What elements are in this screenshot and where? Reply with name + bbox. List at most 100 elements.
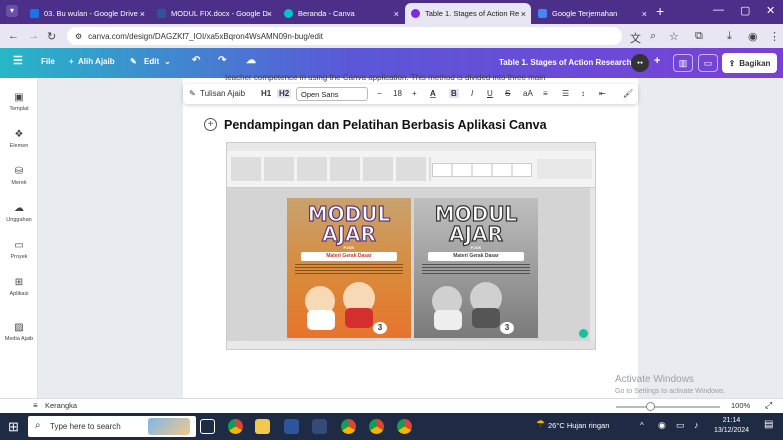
text-format-toolbar: ✎ Tulisan Ajaib H1 H2 Open Sans − 18 + A…	[183, 84, 638, 104]
decrease-size-button[interactable]: −	[377, 89, 382, 98]
translate-icon[interactable]: 文	[630, 30, 641, 46]
zoom-icon[interactable]: ⌕	[650, 30, 656, 43]
canva-icon	[411, 9, 420, 18]
strikethrough-button[interactable]: S	[505, 89, 510, 98]
file-menu[interactable]: File	[41, 57, 55, 66]
system-clock[interactable]: 21:14 13/12/2024	[714, 416, 749, 436]
edit-pencil-icon: ✎	[130, 57, 137, 66]
chrome-icon[interactable]	[369, 419, 384, 434]
sidebar-item-brand[interactable]: ⛁ Merek	[0, 166, 38, 186]
font-size-value[interactable]: 18	[393, 89, 402, 98]
add-block-icon[interactable]: +	[204, 118, 217, 131]
new-tab-button[interactable]: +	[656, 3, 664, 19]
maximize-button[interactable]: ▢	[740, 4, 750, 17]
sidebar-item-uploads[interactable]: ☁ Unggahan	[0, 203, 38, 223]
profile-icon[interactable]: ◉	[748, 30, 758, 43]
volume-icon[interactable]: ♪	[694, 420, 699, 430]
insights-icon[interactable]: ▥	[673, 54, 693, 72]
url-text: canva.com/design/DAGZKf7_IOI/xa5xBqron4W…	[88, 31, 323, 41]
notification-icon[interactable]: ▤	[764, 419, 773, 430]
task-view-icon[interactable]	[200, 419, 215, 434]
close-icon[interactable]: ×	[140, 9, 145, 19]
magic-switch-button[interactable]: Alih Ajaib	[78, 57, 115, 66]
sidebar-item-magic-media[interactable]: ▨ Media Ajaib	[0, 322, 38, 342]
edit-menu[interactable]: Edit	[144, 57, 159, 66]
comment-icon[interactable]: ▭	[698, 54, 718, 72]
heading1-button[interactable]: H1	[261, 89, 271, 98]
font-family-select[interactable]: Open Sans	[296, 87, 368, 101]
tab-modul-docx[interactable]: MODUL FIX.docx - Google D ×	[151, 3, 277, 24]
tab-google-drive[interactable]: 03. Bu wulan - Google Drive ×	[24, 3, 150, 24]
close-icon[interactable]: ×	[267, 9, 272, 19]
windows-start-icon[interactable]: ⊞	[8, 419, 19, 435]
user-avatar[interactable]: ●●	[631, 54, 649, 72]
all-caps-button[interactable]: aA	[523, 89, 533, 98]
sidebar-item-apps[interactable]: ⊞ Aplikasi	[0, 277, 38, 297]
zoom-slider-handle[interactable]	[646, 402, 655, 411]
close-icon[interactable]: ×	[642, 9, 647, 19]
chrome-icon[interactable]	[397, 419, 412, 434]
site-info-icon[interactable]: ⚙	[75, 32, 82, 41]
modul-title-line1: MODUL	[434, 202, 518, 226]
embedded-screenshot-image[interactable]: MODUL AJAR PJOK Materi Gerak Dasar 3 MOD…	[226, 142, 596, 350]
notes-button[interactable]: Kerangka	[45, 401, 77, 410]
increase-size-button[interactable]: +	[412, 89, 417, 98]
italic-button[interactable]: I	[471, 89, 473, 98]
magic-write-button[interactable]: Tulisan Ajaib	[200, 89, 245, 98]
spacing-icon[interactable]: ↕	[581, 89, 585, 98]
notes-icon[interactable]: ≡	[33, 401, 38, 410]
network-icon[interactable]: ◉	[658, 420, 666, 431]
list-icon[interactable]: ☰	[562, 89, 569, 98]
tab-search-icon[interactable]: ▾	[6, 5, 18, 17]
underline-button[interactable]: U	[487, 89, 493, 98]
design-title[interactable]: Table 1. Stages of Action Research	[499, 58, 631, 67]
body-text-fragment[interactable]: teacher competence in using the Canva ap…	[225, 73, 545, 82]
reload-icon[interactable]: ↻	[47, 30, 56, 43]
weather-text[interactable]: 26°C Hujan ringan	[548, 421, 609, 430]
fullscreen-icon[interactable]: ⤢	[765, 400, 772, 411]
extensions-icon[interactable]: ⧉	[695, 30, 703, 43]
section-heading[interactable]: Pendampingan dan Pelatihan Berbasis Apli…	[224, 118, 547, 132]
url-field[interactable]: ⚙ canva.com/design/DAGZKf7_IOI/xa5xBqron…	[67, 27, 622, 45]
modul-title-line2: AJAR	[321, 222, 376, 246]
tray-chevron-icon[interactable]: ^	[640, 421, 644, 430]
chrome-icon[interactable]	[341, 419, 356, 434]
hamburger-menu-icon[interactable]: ☰	[13, 54, 23, 67]
file-explorer-icon[interactable]	[255, 419, 270, 434]
word-icon[interactable]	[284, 419, 299, 434]
taskbar-search-box[interactable]: ⌕ Type here to search	[28, 416, 196, 437]
tab-canva-design[interactable]: Table 1. Stages of Action Re ×	[405, 3, 531, 24]
indent-icon[interactable]: ⇤	[599, 89, 606, 98]
sidebar-item-elements[interactable]: ❖ Elemen	[0, 129, 38, 149]
forward-icon[interactable]: →	[28, 30, 39, 42]
weather-icon[interactable]: ☂	[536, 419, 545, 430]
modul-title: MODUL AJAR	[287, 203, 411, 246]
format-painter-icon[interactable]: 🖌	[623, 89, 633, 98]
heading2-button[interactable]: H2	[277, 89, 292, 98]
minimize-button[interactable]: —	[713, 4, 724, 16]
zoom-level[interactable]: 100%	[731, 401, 750, 410]
close-icon[interactable]: ×	[394, 9, 399, 19]
back-icon[interactable]: ←	[8, 30, 19, 42]
chrome-icon[interactable]	[228, 419, 243, 434]
cloud-save-icon[interactable]: ☁	[246, 55, 256, 66]
close-window-button[interactable]: ✕	[766, 4, 775, 17]
add-collaborator-icon[interactable]: +	[654, 55, 660, 67]
close-icon[interactable]: ×	[521, 9, 526, 19]
bookmark-star-icon[interactable]: ☆	[669, 30, 679, 43]
battery-icon[interactable]: ▭	[676, 420, 685, 431]
sidebar-item-projects[interactable]: ▭ Proyek	[0, 240, 38, 260]
bold-button[interactable]: B	[449, 89, 459, 98]
align-icon[interactable]: ≡	[543, 89, 548, 98]
pen-app-icon[interactable]	[312, 419, 327, 434]
menu-kebab-icon[interactable]: ⋮	[769, 30, 780, 43]
download-icon[interactable]: ⤓	[727, 30, 732, 43]
tab-google-translate[interactable]: Google Terjemahan ×	[532, 3, 652, 24]
undo-icon[interactable]: ↶	[192, 55, 200, 66]
tab-canva-home[interactable]: Beranda - Canva ×	[278, 3, 404, 24]
redo-icon[interactable]: ↷	[218, 55, 226, 66]
zoom-slider-track[interactable]	[616, 406, 720, 408]
share-button[interactable]: ⇪ Bagikan	[722, 53, 777, 73]
text-color-icon[interactable]: A	[430, 89, 436, 98]
sidebar-item-templates[interactable]: ▣ Templat	[0, 92, 38, 112]
